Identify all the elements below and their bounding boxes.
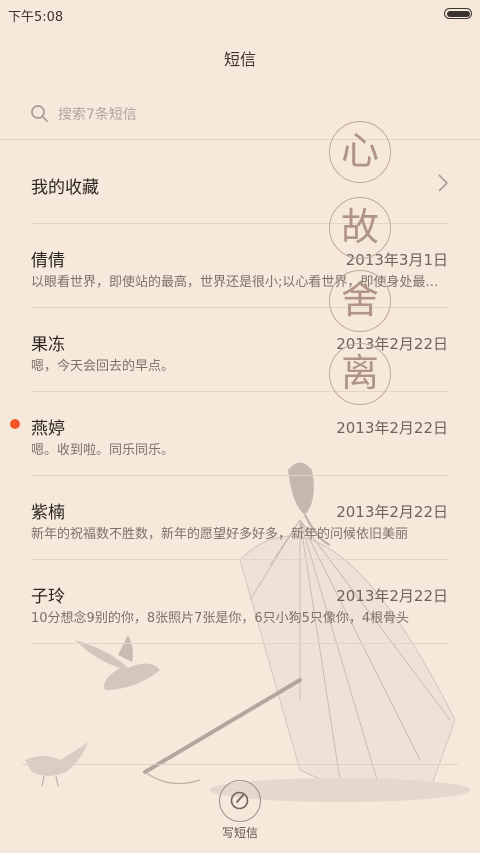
search-placeholder: 搜索7条短信 [58, 107, 137, 123]
unread-indicator [10, 419, 20, 429]
compose-button[interactable] [219, 780, 261, 822]
theme-seal-char: 心 [329, 121, 391, 183]
contact-name: 燕婷 [31, 419, 65, 439]
contact-name: 果冻 [31, 335, 65, 355]
conversation-row[interactable]: 紫楠 2013年2月22日 新年的祝福数不胜数，新年的愿望好多好多，新年的问候依… [0, 476, 480, 560]
status-bar: 下午5:08 [0, 0, 480, 28]
status-time: 下午5:08 [8, 10, 64, 25]
theme-seal-char: 离 [329, 343, 391, 405]
chevron-right-icon [438, 174, 449, 192]
message-preview: 新年的祝福数不胜数，新年的愿望好多好多，新年的问候依旧美丽 [31, 527, 409, 542]
message-date: 2013年2月22日 [336, 419, 448, 437]
contact-name: 倩倩 [31, 251, 65, 271]
message-date: 2013年2月22日 [336, 587, 448, 605]
search-input[interactable]: 搜索7条短信 [30, 102, 330, 126]
conversation-row[interactable]: 子玲 2013年2月22日 10分想念9别的你，8张照片7张是你，6只小狗5只像… [0, 560, 480, 644]
compose-label: 写短信 [221, 826, 258, 840]
conversation-row[interactable]: 燕婷 2013年2月22日 嗯。收到啦。同乐同乐。 [0, 392, 480, 476]
message-date: 2013年2月22日 [336, 503, 448, 521]
divider [22, 764, 458, 765]
favorites-row[interactable]: 我的收藏 [0, 140, 480, 224]
contact-name: 紫楠 [31, 503, 65, 523]
contact-name: 子玲 [31, 587, 65, 607]
theme-seal-char: 故 [329, 197, 391, 259]
favorites-label: 我的收藏 [31, 178, 99, 198]
search-icon [31, 105, 48, 122]
message-preview: 10分想念9别的你，8张照片7张是你，6只小狗5只像你，4根骨头 [31, 611, 410, 626]
message-preview: 嗯。收到啦。同乐同乐。 [31, 443, 175, 458]
divider [31, 643, 448, 644]
battery-icon [444, 8, 472, 19]
conversation-row[interactable]: 果冻 2013年2月22日 嗯，今天会回去的早点。 [0, 308, 480, 392]
compose-icon [230, 791, 249, 810]
theme-seal-char: 舍 [329, 270, 391, 332]
page-title: 短信 [223, 50, 256, 69]
conversation-row[interactable]: 倩倩 2013年3月1日 以眼看世界，即使站的最高，世界还是很小;以心看世界，即… [0, 224, 480, 308]
